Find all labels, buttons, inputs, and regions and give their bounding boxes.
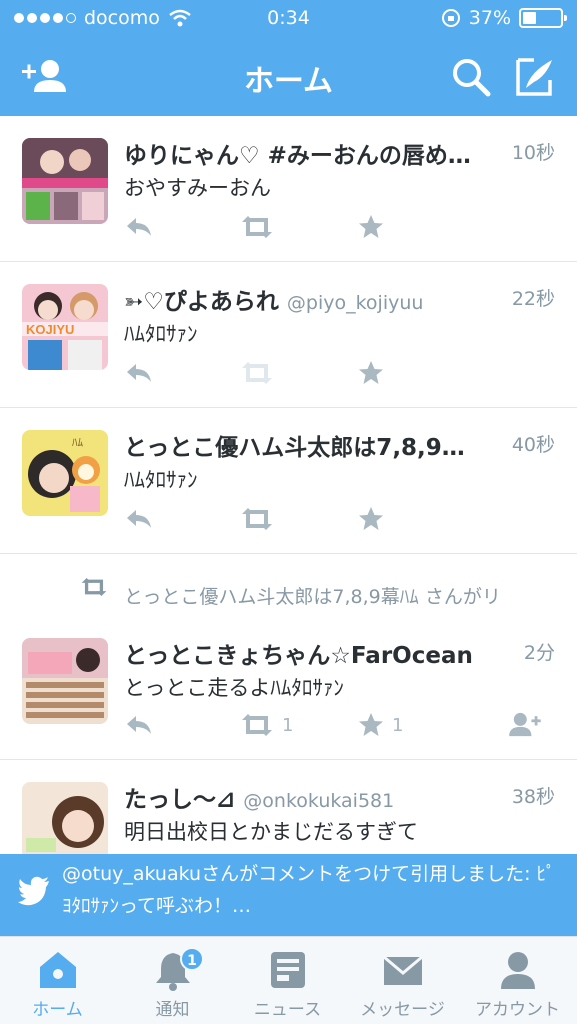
retweet-icon [81, 577, 107, 597]
avatar[interactable]: ﾊﾑ [22, 430, 108, 516]
tweet-author[interactable]: ➳♡ぴよあられ @piyo_kojiyuu [124, 282, 423, 316]
tab-label: ホーム [32, 1000, 83, 1020]
tweet[interactable]: とっとこ優ハム斗太郎は7,8,9幕ﾊﾑ さんがリ とっとこきょちゃん☆FarOc… [0, 554, 577, 760]
reply-icon [127, 218, 151, 236]
favorite-button[interactable] [358, 212, 384, 242]
home-icon [40, 952, 76, 988]
star-icon [359, 713, 383, 736]
tweet-author[interactable]: とっとこきょちゃん☆FarOcean [124, 636, 473, 670]
retweet-icon [242, 216, 272, 238]
tweet-time: 40秒 [511, 434, 555, 456]
tweet-actions [124, 212, 564, 242]
reply-icon [127, 364, 151, 382]
tweet-author[interactable]: たっし〜⊿ @onkokukai581 [124, 780, 394, 814]
retweet-icon [242, 362, 272, 384]
notification-banner[interactable]: @otuy_akuakuさんがコメントをつけて引用しました: ﾋﾟﾖﾀﾛｻｧﾝっ… [0, 854, 577, 936]
tweet[interactable]: ゆりにゃん♡ #みーおんの唇め… 10秒 おやすみーおん [0, 116, 577, 262]
retweet-icon [242, 714, 272, 736]
follow-user-icon [509, 712, 541, 737]
retweet-icon [242, 508, 272, 530]
tweet-author[interactable]: ゆりにゃん♡ #みーおんの唇め… [124, 136, 471, 170]
tweet[interactable]: ﾊﾑ とっとこ優ハム斗太郎は7,8,9… 40秒 ﾊﾑﾀﾛｻｧﾝ [0, 408, 577, 554]
retweet-button-disabled [240, 358, 274, 388]
star-icon [359, 361, 383, 384]
news-icon [271, 952, 305, 988]
tweet-time: 22秒 [511, 288, 555, 310]
account-icon [501, 952, 535, 989]
retweet-button[interactable] [240, 504, 274, 534]
tweet-text: とっとこ走るよﾊﾑﾀﾛｻｧﾝ [124, 676, 344, 700]
tweet-actions: 1 1 [124, 710, 564, 740]
retweet-button[interactable]: 1 [240, 710, 293, 740]
tab-bar: ホーム 1 通知 ニュース メッセージ アカウント [0, 936, 577, 1024]
notification-badge: 1 [180, 947, 204, 971]
tweet-text: ﾊﾑﾀﾛｻｧﾝ [124, 468, 198, 492]
tweet[interactable]: たっし〜⊿ @onkokukai581 38秒 明日出校日とかまじだるすぎて [0, 760, 577, 854]
retweeted-by-label: とっとこ優ハム斗太郎は7,8,9幕ﾊﾑ さんがリ [124, 586, 501, 608]
avatar[interactable] [22, 638, 108, 724]
tab-label: 通知 [155, 1000, 190, 1020]
svg-text:ﾊﾑ: ﾊﾑ [72, 437, 83, 449]
tweet-actions [124, 358, 564, 388]
twitter-bird-icon [18, 876, 49, 906]
star-icon [359, 507, 383, 530]
reply-button[interactable] [124, 212, 154, 242]
favorite-button[interactable]: 1 [358, 710, 403, 740]
retweet-button[interactable] [240, 212, 274, 242]
reply-button[interactable] [124, 504, 154, 534]
tweet-handle: @onkokukai581 [243, 790, 395, 812]
header: docomo 0:34 37% ホーム [0, 0, 577, 116]
tweet-text: ﾊﾑﾀﾛｻｧﾝ [124, 322, 198, 346]
tweet-time: 2分 [523, 642, 555, 664]
favorite-button[interactable] [358, 358, 384, 388]
favorite-count: 1 [392, 714, 404, 736]
svg-text:KOJIYU: KOJIYU [26, 322, 74, 337]
compose-icon[interactable] [512, 56, 560, 98]
star-icon [359, 215, 383, 238]
tab-messages[interactable]: メッセージ [345, 937, 460, 1024]
tab-notifications[interactable]: 1 通知 [115, 937, 230, 1024]
battery-icon [519, 8, 567, 28]
banner-text: @otuy_akuakuさんがコメントをつけて引用しました: ﾋﾟﾖﾀﾛｻｧﾝっ… [62, 863, 556, 917]
status-bar: docomo 0:34 37% [0, 0, 577, 38]
tweet-time: 38秒 [511, 786, 555, 808]
battery-percent: 37% [468, 7, 511, 29]
search-icon[interactable] [448, 56, 496, 98]
tab-label: ニュース [253, 1000, 322, 1020]
favorite-button[interactable] [358, 504, 384, 534]
avatar[interactable] [22, 782, 108, 854]
avatar[interactable] [22, 138, 108, 224]
avatar[interactable]: KOJIYU [22, 284, 108, 370]
tweet-text: おやすみーおん [124, 176, 271, 200]
message-envelope-icon [383, 955, 423, 985]
tab-news[interactable]: ニュース [230, 937, 345, 1024]
reply-button[interactable] [124, 710, 154, 740]
tweet-handle: @piyo_kojiyuu [286, 292, 424, 314]
tweet-time: 10秒 [511, 142, 555, 164]
nav-bar: ホーム [0, 38, 577, 116]
tweet-author[interactable]: とっとこ優ハム斗太郎は7,8,9… [124, 428, 465, 462]
tab-home[interactable]: ホーム [0, 937, 115, 1024]
tweet-text: 明日出校日とかまじだるすぎて [124, 820, 418, 844]
follow-button[interactable] [506, 710, 542, 740]
tab-label: アカウント [475, 1000, 560, 1020]
reply-button[interactable] [124, 358, 154, 388]
rotation-lock-icon [441, 9, 460, 27]
tweet-actions [124, 504, 564, 534]
tweet[interactable]: KOJIYU ➳♡ぴよあられ @piyo_kojiyuu 22秒 ﾊﾑﾀﾛｻｧﾝ [0, 262, 577, 408]
reply-icon [127, 716, 151, 734]
retweet-count: 1 [282, 714, 294, 736]
timeline[interactable]: ゆりにゃん♡ #みーおんの唇め… 10秒 おやすみーおん KOJIYU ➳♡ぴよ… [0, 116, 577, 854]
reply-icon [127, 510, 151, 528]
tab-label: メッセージ [360, 1000, 445, 1020]
tab-account[interactable]: アカウント [460, 937, 575, 1024]
